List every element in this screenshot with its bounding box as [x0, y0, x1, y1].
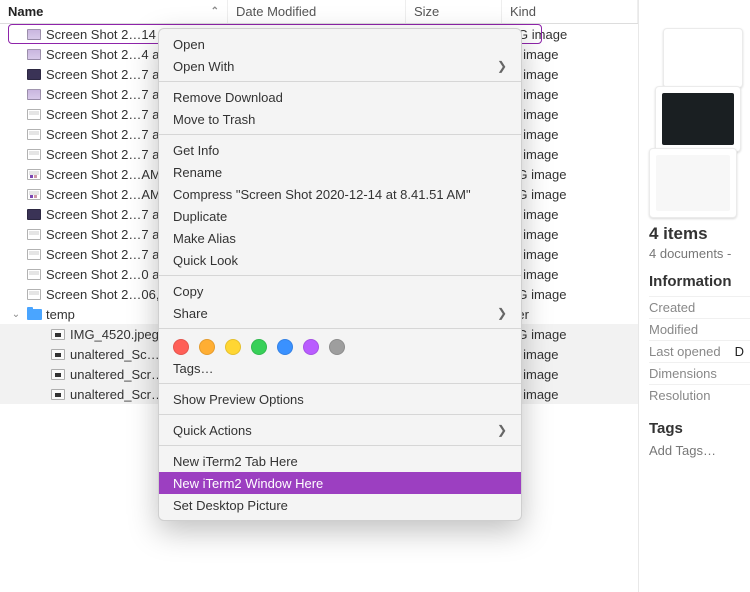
- menu-separator: [159, 81, 521, 82]
- info-last-opened: Last openedD: [649, 340, 750, 362]
- menu-compress[interactable]: Compress "Screen Shot 2020-12-14 at 8.41…: [159, 183, 521, 205]
- jpeg-icon: [26, 167, 42, 181]
- jpeg-icon: [26, 287, 42, 301]
- column-header: Name⌃ Date Modified Size Kind: [0, 0, 638, 24]
- menu-new-iterm-window[interactable]: New iTerm2 Window Here: [159, 472, 521, 494]
- section-information: Information: [649, 273, 750, 290]
- menu-share[interactable]: Share❯: [159, 302, 521, 324]
- folder-icon: [26, 307, 42, 321]
- tag-color-dot[interactable]: [251, 339, 267, 355]
- inspector-sidebar: 4 items 4 documents - Information Create…: [638, 0, 750, 592]
- menu-show-preview-options[interactable]: Show Preview Options: [159, 388, 521, 410]
- menu-open[interactable]: Open: [159, 33, 521, 55]
- column-size[interactable]: Size: [406, 0, 502, 23]
- menu-make-alias[interactable]: Make Alias: [159, 227, 521, 249]
- jpeg-icon: [26, 227, 42, 241]
- chevron-right-icon: ❯: [497, 59, 507, 73]
- image-icon: [50, 387, 66, 401]
- menu-separator: [159, 275, 521, 276]
- column-kind[interactable]: Kind: [502, 0, 638, 23]
- menu-quick-look[interactable]: Quick Look: [159, 249, 521, 271]
- image-icon: [50, 367, 66, 381]
- jpeg-icon: [26, 127, 42, 141]
- tag-color-dot[interactable]: [277, 339, 293, 355]
- jpeg-icon: [26, 247, 42, 261]
- menu-quick-actions[interactable]: Quick Actions❯: [159, 419, 521, 441]
- context-menu: Open Open With❯ Remove Download Move to …: [158, 28, 522, 521]
- tag-color-dot[interactable]: [225, 339, 241, 355]
- jpeg-icon: [26, 107, 42, 121]
- image-icon: [50, 347, 66, 361]
- disclosure-icon[interactable]: ⌄: [10, 309, 22, 320]
- jpeg-icon: [26, 267, 42, 281]
- info-dimensions: Dimensions: [649, 362, 750, 384]
- selection-summary: 4 documents -: [649, 246, 750, 261]
- menu-separator: [159, 328, 521, 329]
- tag-color-dot[interactable]: [173, 339, 189, 355]
- menu-separator: [159, 383, 521, 384]
- png-icon: [26, 207, 42, 221]
- sort-indicator-icon: ⌃: [211, 6, 219, 17]
- chevron-right-icon: ❯: [497, 306, 507, 320]
- info-resolution: Resolution: [649, 384, 750, 406]
- tag-color-dot[interactable]: [329, 339, 345, 355]
- info-modified: Modified: [649, 318, 750, 340]
- menu-get-info[interactable]: Get Info: [159, 139, 521, 161]
- add-tags-field[interactable]: Add Tags…: [649, 443, 750, 458]
- menu-separator: [159, 445, 521, 446]
- tag-color-dot[interactable]: [199, 339, 215, 355]
- menu-duplicate[interactable]: Duplicate: [159, 205, 521, 227]
- menu-set-desktop-picture[interactable]: Set Desktop Picture: [159, 494, 521, 516]
- menu-separator: [159, 414, 521, 415]
- selection-count: 4 items: [649, 224, 750, 244]
- png-icon: [26, 47, 42, 61]
- column-name[interactable]: Name⌃: [0, 0, 228, 23]
- menu-tags[interactable]: Tags…: [159, 357, 521, 379]
- image-icon: [50, 327, 66, 341]
- png-icon: [26, 67, 42, 81]
- section-tags: Tags: [649, 420, 750, 437]
- menu-separator: [159, 134, 521, 135]
- png-icon: [26, 27, 42, 41]
- menu-move-to-trash[interactable]: Move to Trash: [159, 108, 521, 130]
- info-created: Created: [649, 296, 750, 318]
- menu-open-with[interactable]: Open With❯: [159, 55, 521, 77]
- menu-remove-download[interactable]: Remove Download: [159, 86, 521, 108]
- tag-color-row: [159, 333, 521, 357]
- column-date[interactable]: Date Modified: [228, 0, 406, 23]
- chevron-right-icon: ❯: [497, 423, 507, 437]
- tag-color-dot[interactable]: [303, 339, 319, 355]
- jpeg-icon: [26, 187, 42, 201]
- jpeg-icon: [26, 147, 42, 161]
- menu-new-iterm-tab[interactable]: New iTerm2 Tab Here: [159, 450, 521, 472]
- menu-copy[interactable]: Copy: [159, 280, 521, 302]
- preview-thumbnails: [649, 8, 745, 208]
- menu-rename[interactable]: Rename: [159, 161, 521, 183]
- png-icon: [26, 87, 42, 101]
